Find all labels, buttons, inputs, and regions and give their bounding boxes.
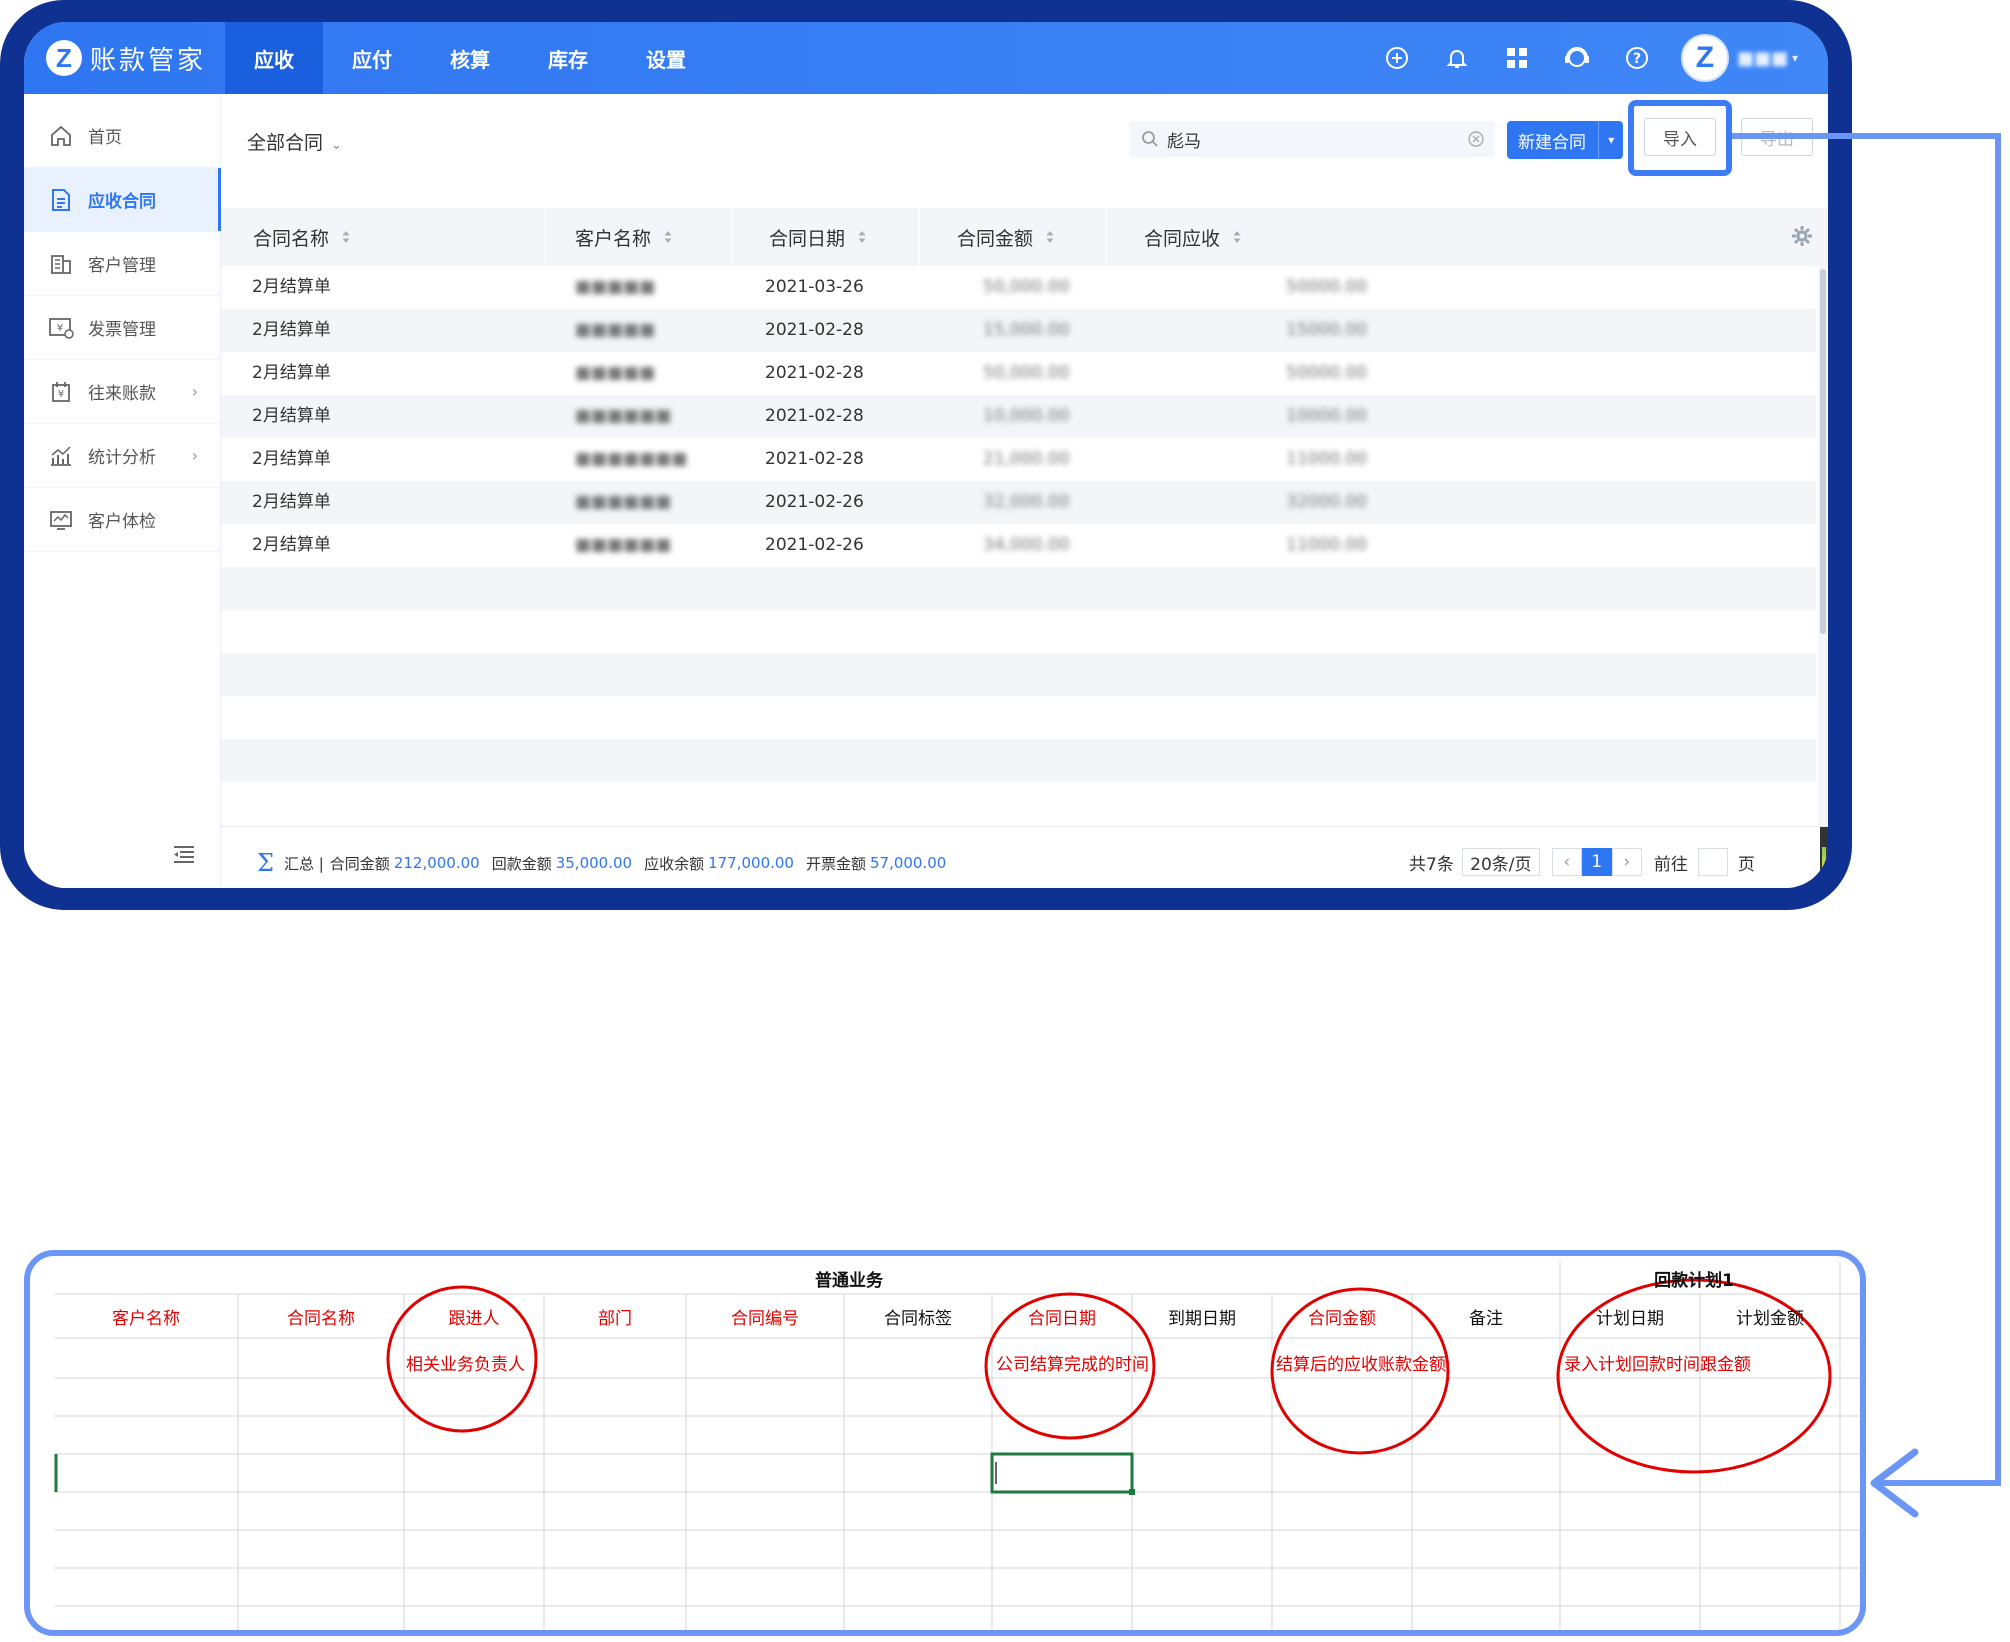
header-customer-name[interactable]: 客户名称 bbox=[54, 1304, 238, 1329]
note-contract-amount: 结算后的应收账款金额 bbox=[1276, 1355, 1446, 1375]
header-contract-tag[interactable]: 合同标签 bbox=[844, 1304, 992, 1329]
header-remarks[interactable]: 备注 bbox=[1412, 1304, 1560, 1329]
note-payment-plan: 录入计划回款时间跟金额 bbox=[1564, 1355, 1751, 1375]
note-follower: 相关业务负责人 bbox=[406, 1355, 525, 1375]
header-follower[interactable]: 跟进人 bbox=[404, 1304, 544, 1329]
header-plan-amount[interactable]: 计划金额 bbox=[1700, 1304, 1840, 1329]
header-contract-name[interactable]: 合同名称 bbox=[238, 1304, 404, 1329]
header-plan-date[interactable]: 计划日期 bbox=[1560, 1304, 1700, 1329]
group-title-general: 普通业务 bbox=[815, 1271, 883, 1291]
header-department[interactable]: 部门 bbox=[544, 1304, 686, 1329]
header-contract-number[interactable]: 合同编号 bbox=[686, 1304, 844, 1329]
group-title-payment-plan: 回款计划1 bbox=[1654, 1271, 1734, 1291]
header-contract-amount[interactable]: 合同金额 bbox=[1272, 1304, 1412, 1329]
spreadsheet-grid: 普通业务 回款计划1 客户名称 合同名称 跟进人 部门 合同编号 合同标签 合同… bbox=[54, 1262, 1860, 1630]
header-contract-date[interactable]: 合同日期 bbox=[992, 1304, 1132, 1329]
import-template-sheet: 普通业务 回款计划1 客户名称 合同名称 跟进人 部门 合同编号 合同标签 合同… bbox=[24, 1250, 1866, 1636]
header-due-date[interactable]: 到期日期 bbox=[1132, 1304, 1272, 1329]
note-contract-date: 公司结算完成的时间 bbox=[996, 1355, 1149, 1375]
